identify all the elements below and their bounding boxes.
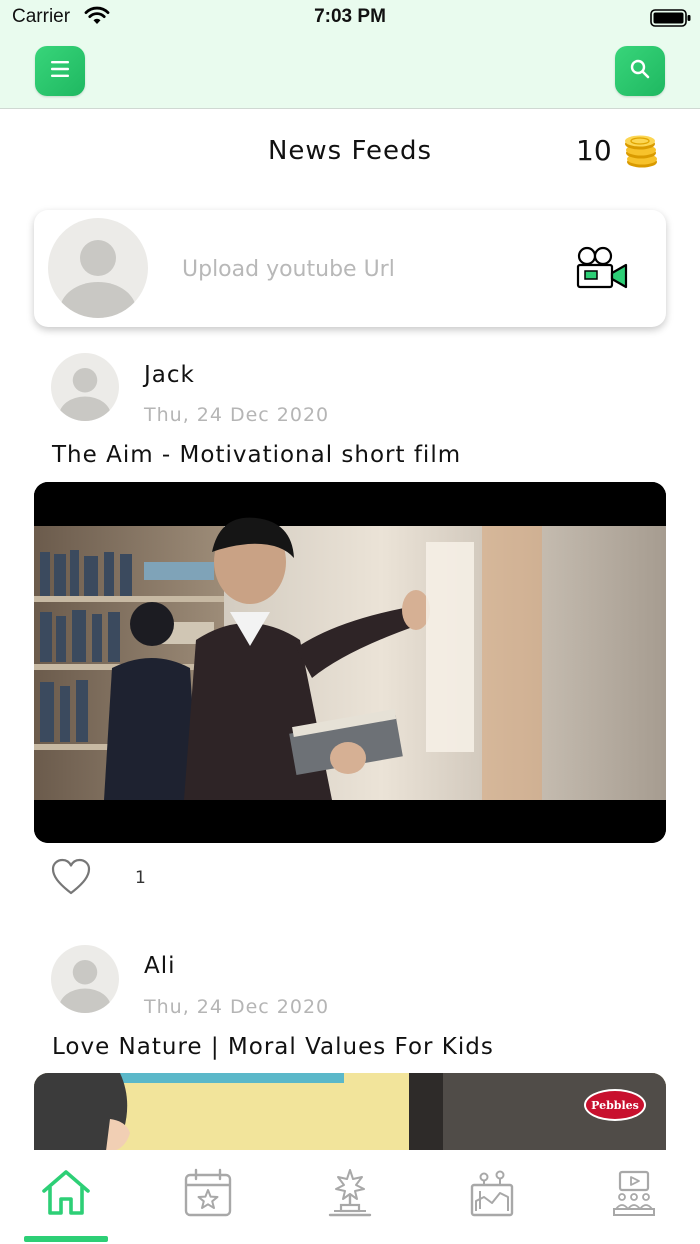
status-time: 7:03 PM — [314, 6, 386, 27]
post-author[interactable]: Ali — [144, 953, 176, 979]
award-statue-icon — [324, 1167, 376, 1223]
video-frame — [34, 482, 666, 843]
coins-icon[interactable] — [622, 132, 660, 174]
nav-competitions[interactable] — [462, 1168, 522, 1222]
youtube-url-input[interactable] — [180, 250, 444, 288]
nav-home[interactable] — [36, 1168, 96, 1222]
user-avatar — [48, 218, 148, 322]
search-icon — [629, 58, 651, 84]
author-avatar[interactable] — [51, 945, 119, 1017]
active-tab-indicator — [24, 1236, 108, 1242]
post-title: Love Nature | Moral Values For Kids — [52, 1034, 494, 1060]
battery-icon — [650, 8, 692, 32]
coin-count: 10 — [576, 134, 612, 167]
post-date: Thu, 24 Dec 2020 — [144, 996, 330, 1018]
bottom-nav — [0, 1150, 700, 1244]
upload-card — [34, 210, 666, 327]
post-date: Thu, 24 Dec 2020 — [144, 404, 330, 426]
top-bar: Carrier 7:03 PM — [0, 0, 700, 109]
author-avatar[interactable] — [51, 353, 119, 425]
nav-videos[interactable] — [604, 1168, 664, 1222]
video-frame — [34, 1073, 666, 1151]
home-icon — [40, 1169, 92, 1221]
nav-awards[interactable] — [320, 1168, 380, 1222]
nav-events[interactable] — [178, 1168, 238, 1222]
post-title: The Aim - Motivational short film — [52, 442, 462, 468]
post-author[interactable]: Jack — [144, 362, 195, 388]
video-player[interactable] — [34, 482, 666, 843]
menu-button[interactable] — [35, 46, 85, 96]
video-camera-icon[interactable] — [576, 246, 630, 294]
search-button[interactable] — [615, 46, 665, 96]
stage-podium-icon — [466, 1167, 518, 1223]
hamburger-icon — [49, 58, 71, 84]
calendar-star-icon — [182, 1167, 234, 1223]
video-thumbnail[interactable]: Pebbles — [34, 1073, 666, 1151]
pebbles-logo-text: Pebbles — [591, 1098, 639, 1112]
heart-icon[interactable] — [50, 857, 92, 901]
like-count: 1 — [135, 868, 146, 888]
video-audience-icon — [610, 1169, 658, 1221]
pebbles-logo: Pebbles — [584, 1089, 646, 1121]
